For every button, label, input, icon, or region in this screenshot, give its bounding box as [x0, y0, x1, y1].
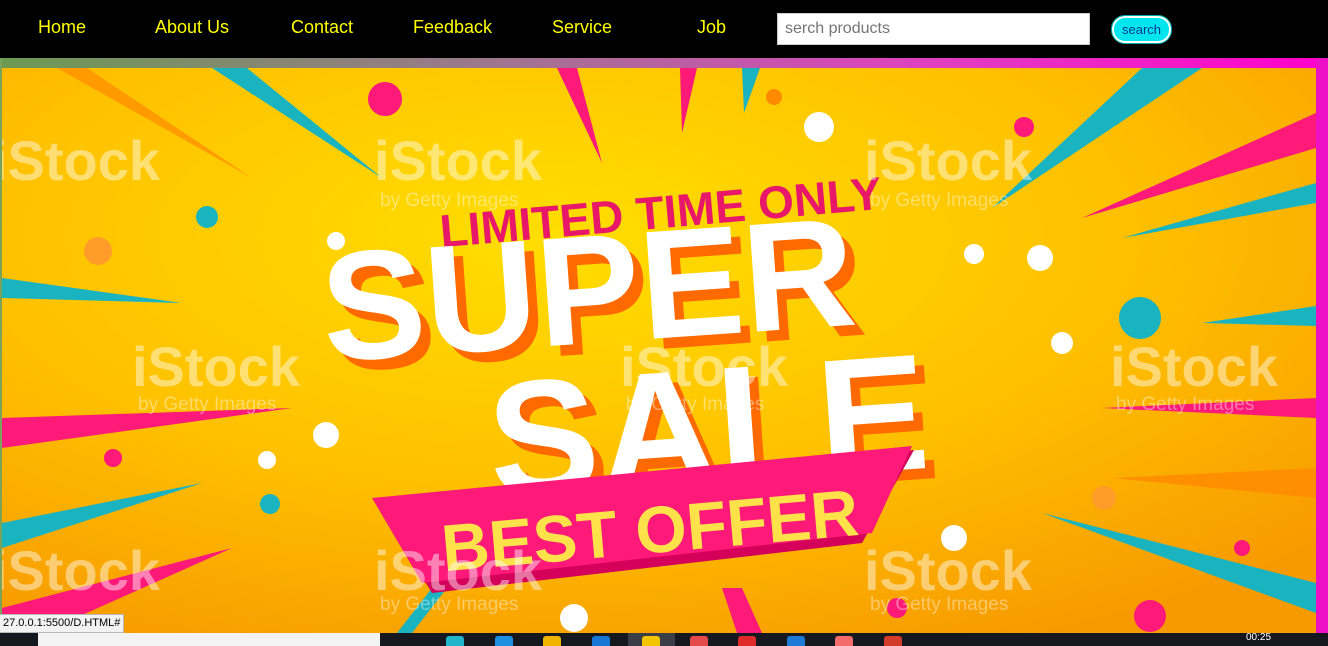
nav-link-service[interactable]: Service: [552, 17, 612, 38]
taskbar-app-icon[interactable]: [690, 636, 708, 646]
taskbar-app-icon[interactable]: [642, 636, 660, 646]
taskbar-app-icon[interactable]: [592, 636, 610, 646]
status-bar-url: 27.0.0.1:5500/D.HTML#: [0, 614, 125, 633]
watermark-sub: by Getty Images: [380, 594, 518, 615]
banner-artwork: LIMITED TIME ONLY SUPER SUPER SALE SALE …: [2, 68, 1316, 633]
nav-link-feedback[interactable]: Feedback: [413, 17, 492, 38]
watermark-sub: by Getty Images: [1116, 394, 1254, 415]
watermark-brand: iStock: [864, 539, 1033, 602]
nav-link-job[interactable]: Job: [697, 17, 726, 38]
taskbar-app-icon[interactable]: [835, 636, 853, 646]
nav-link-about-us[interactable]: About Us: [155, 17, 229, 38]
taskbar-clock[interactable]: 00:25: [1246, 633, 1271, 643]
watermark-brand: iStock: [1110, 335, 1279, 398]
banner-right-border: [1316, 58, 1328, 633]
watermark-brand: iStock: [374, 129, 543, 192]
taskbar-folder-icon[interactable]: [543, 636, 561, 646]
watermark-sub: by Getty Images: [870, 594, 1008, 615]
watermark-brand: iStock: [132, 335, 301, 398]
watermark-brand: iStock: [864, 129, 1033, 192]
super-sale-banner[interactable]: LIMITED TIME ONLY SUPER SUPER SALE SALE …: [2, 68, 1316, 633]
taskbar-edge-icon[interactable]: [787, 636, 805, 646]
taskbar-search-box[interactable]: [38, 633, 380, 646]
search-button[interactable]: search: [1111, 15, 1172, 44]
watermark-brand: iStock: [2, 129, 161, 192]
taskbar-chrome-icon[interactable]: [738, 636, 756, 646]
search-input[interactable]: [777, 13, 1090, 45]
watermark-sub: by Getty Images: [380, 190, 518, 211]
watermark-brand: iStock: [620, 335, 789, 398]
top-navigation-bar: Home About Us Contact Feedback Service J…: [0, 0, 1328, 58]
taskbar-app-icon[interactable]: [884, 636, 902, 646]
watermark-sub: by Getty Images: [626, 394, 764, 415]
watermark-sub: by Getty Images: [138, 394, 276, 415]
watermark-brand: iStock: [374, 539, 543, 602]
nav-link-home[interactable]: Home: [38, 17, 86, 38]
watermark-brand: iStock: [2, 539, 161, 602]
banner-top-border: [0, 58, 1328, 68]
taskbar-app-icon[interactable]: [495, 636, 513, 646]
watermark-sub: by Getty Images: [870, 190, 1008, 211]
taskbar-app-icon[interactable]: [446, 636, 464, 646]
nav-link-contact[interactable]: Contact: [291, 17, 353, 38]
os-taskbar: 00:25: [0, 633, 1328, 646]
